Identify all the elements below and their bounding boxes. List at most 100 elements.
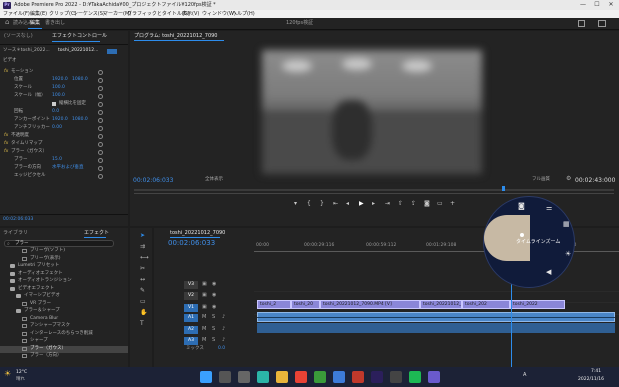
reset-icon[interactable] bbox=[98, 110, 103, 115]
play-icon[interactable]: ▶ bbox=[359, 201, 364, 207]
ec-param-value[interactable]: 1920.0 bbox=[52, 77, 68, 83]
ec-timecode[interactable]: 00:02:06:033 bbox=[3, 217, 33, 223]
premiere-app-icon[interactable] bbox=[371, 371, 383, 383]
mic-icon[interactable]: ♪ bbox=[222, 338, 225, 343]
lock-icon[interactable]: ▣ bbox=[202, 282, 207, 287]
volume-icon[interactable]: ◀ bbox=[546, 269, 551, 276]
ec-param-value[interactable]: 0.00 bbox=[52, 125, 62, 131]
reset-icon[interactable] bbox=[98, 150, 103, 155]
explorer-icon[interactable] bbox=[276, 371, 288, 383]
reset-icon[interactable] bbox=[98, 118, 103, 123]
tab-export[interactable]: 書き出し bbox=[45, 21, 65, 26]
timeline-tab[interactable]: toshi_20221012_7090 bbox=[170, 231, 225, 236]
effect-list-item[interactable]: ブラー＆シャープ bbox=[24, 308, 60, 314]
effect-list-item[interactable]: VR ブラー bbox=[30, 301, 51, 307]
rectangle-icon[interactable]: ▭ bbox=[140, 299, 146, 305]
menu-file[interactable]: ファイル(F) bbox=[3, 11, 30, 17]
ripple-edit-icon[interactable]: ⟷ bbox=[140, 255, 149, 261]
effect-list-item[interactable]: オーディオエフェクト bbox=[18, 271, 63, 277]
share-icon[interactable] bbox=[578, 20, 585, 27]
track-label-v3[interactable]: V3 bbox=[184, 281, 198, 289]
ime-indicator[interactable]: A bbox=[523, 373, 526, 378]
effect-list-item[interactable]: ブラー（ガウス） bbox=[30, 346, 66, 352]
effect-list-item[interactable]: ブリーヴ(表示) bbox=[30, 256, 61, 262]
track-label-v2[interactable]: V2 bbox=[184, 292, 198, 300]
ec-param-value[interactable]: 1920.0 bbox=[52, 117, 68, 123]
reset-icon[interactable] bbox=[98, 174, 103, 179]
reset-icon[interactable] bbox=[98, 78, 103, 83]
in-point-icon[interactable]: { bbox=[307, 201, 311, 207]
search-icon[interactable] bbox=[219, 371, 231, 383]
minimize-button[interactable]: — bbox=[577, 1, 589, 9]
export-frame-icon[interactable]: ◙ bbox=[424, 201, 430, 207]
track-label-a1[interactable]: A1 bbox=[184, 314, 198, 322]
spotify-icon[interactable] bbox=[409, 371, 421, 383]
reset-icon[interactable] bbox=[98, 70, 103, 75]
reset-icon[interactable] bbox=[98, 126, 103, 131]
pen-icon[interactable]: ✎ bbox=[140, 288, 145, 294]
mix-value[interactable]: 0.0 bbox=[218, 346, 225, 352]
track-select-icon[interactable]: ⇉ bbox=[140, 244, 145, 250]
effect-list-item[interactable]: アンシャープマスク bbox=[30, 323, 70, 329]
fx-badge[interactable]: fx bbox=[4, 69, 8, 75]
effect-list-item[interactable]: インターレースのちらつき削減 bbox=[30, 331, 93, 337]
tab-source[interactable]: (ソースなし) bbox=[4, 34, 33, 39]
menu-help[interactable]: ヘルプ(H) bbox=[232, 11, 255, 17]
go-to-in-icon[interactable]: ⇤ bbox=[333, 201, 338, 207]
menu-view[interactable]: 表示(V) bbox=[182, 11, 199, 17]
maximize-button[interactable]: ☐ bbox=[591, 1, 603, 9]
menu-sequence[interactable]: シーケンス(S) bbox=[73, 11, 105, 17]
weather-icon[interactable]: ☀ bbox=[4, 370, 11, 378]
weather-temp[interactable]: 12°C bbox=[16, 370, 27, 376]
track-label-a2[interactable]: A2 bbox=[184, 326, 198, 334]
effect-list-item[interactable]: Lumetri プリセット bbox=[18, 263, 59, 269]
effect-list-item[interactable]: ブラー（方向） bbox=[30, 353, 62, 359]
add-icon[interactable]: + bbox=[450, 201, 455, 207]
store-icon[interactable] bbox=[333, 371, 345, 383]
track-label-a3[interactable]: A3 bbox=[184, 337, 198, 345]
timeline-clip[interactable]: toshi_20221012_7090.MP4 [V] bbox=[320, 300, 420, 309]
grid-icon[interactable]: ▦ bbox=[563, 221, 570, 228]
program-playhead[interactable] bbox=[502, 186, 505, 191]
comparison-icon[interactable]: ▭ bbox=[437, 201, 443, 207]
tab-effects[interactable]: エフェクト bbox=[84, 231, 109, 236]
marker-icon[interactable]: ▾ bbox=[294, 201, 297, 207]
task-view-icon[interactable] bbox=[238, 371, 250, 383]
mic-icon[interactable]: ♪ bbox=[222, 315, 225, 320]
slip-icon[interactable]: ↔ bbox=[140, 277, 145, 283]
ec-param-value[interactable]: 100.0 bbox=[52, 93, 65, 99]
reset-icon[interactable] bbox=[98, 142, 103, 147]
reset-icon[interactable] bbox=[98, 102, 103, 107]
reset-icon[interactable] bbox=[98, 158, 103, 163]
timeline-timecode[interactable]: 00:02:06:033 bbox=[168, 240, 215, 247]
settings-sliders-icon[interactable]: ⚌ bbox=[546, 205, 552, 212]
step-forward-icon[interactable]: ▸ bbox=[372, 201, 375, 207]
fullscreen-icon[interactable] bbox=[598, 20, 606, 27]
reset-icon[interactable] bbox=[98, 134, 103, 139]
checkbox[interactable] bbox=[52, 102, 56, 106]
chrome-icon[interactable] bbox=[295, 371, 307, 383]
effect-list-item[interactable]: イマーシブビデオ bbox=[24, 293, 60, 299]
program-preview-frame[interactable] bbox=[262, 50, 482, 174]
ec-param-value[interactable]: 100.0 bbox=[52, 85, 65, 91]
menu-edit[interactable]: 編集(E) bbox=[30, 11, 47, 17]
effect-list-item[interactable]: ブリーヴ(ソフト) bbox=[30, 248, 65, 254]
effect-list-item[interactable]: シャープ bbox=[30, 338, 48, 344]
track-label-v1[interactable]: V1 bbox=[184, 304, 198, 312]
weather-desc[interactable]: 晴れ bbox=[16, 377, 25, 383]
terminal-icon[interactable] bbox=[390, 371, 402, 383]
program-scrub-bar[interactable] bbox=[134, 189, 614, 191]
solo-icon[interactable]: S bbox=[212, 327, 215, 332]
tab-library[interactable]: ライブラリ bbox=[3, 231, 28, 236]
razor-icon[interactable]: ✂ bbox=[140, 266, 145, 272]
eye-icon[interactable]: ◉ bbox=[212, 305, 216, 310]
program-tab[interactable]: プログラム: toshi_20221012_7090 bbox=[134, 34, 217, 39]
timeline-clip[interactable]: toshi_2 bbox=[257, 300, 291, 309]
step-back-icon[interactable]: ◂ bbox=[346, 201, 349, 207]
clock-time[interactable]: 7:41 bbox=[591, 369, 601, 375]
reset-icon[interactable] bbox=[98, 166, 103, 171]
effect-list-item[interactable]: Camera Blur bbox=[30, 316, 58, 322]
home-icon[interactable]: ⌂ bbox=[5, 19, 9, 26]
effect-list-item[interactable]: オーディオトランジション bbox=[18, 278, 72, 284]
photos-icon[interactable] bbox=[428, 371, 440, 383]
